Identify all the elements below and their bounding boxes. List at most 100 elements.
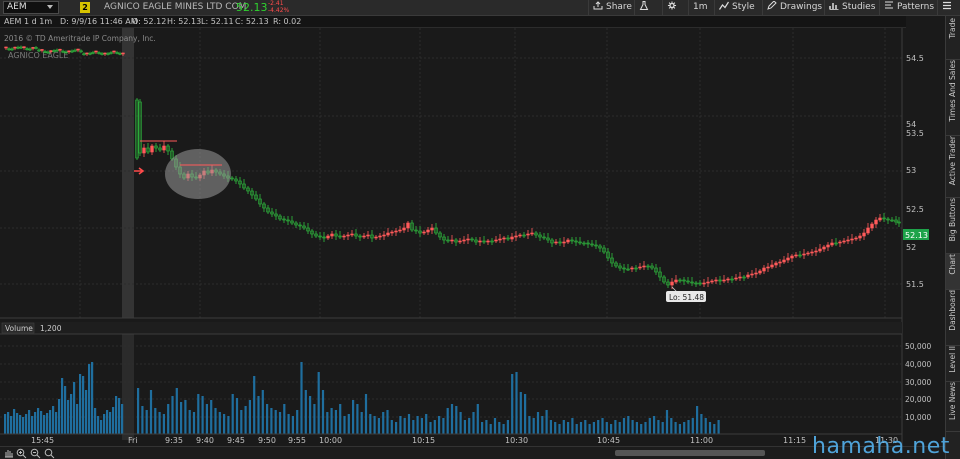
- volume-bar: [10, 416, 13, 434]
- style-button[interactable]: Style: [714, 0, 759, 15]
- volume-bar: [700, 414, 703, 434]
- volume-bar: [369, 414, 372, 434]
- volume-bar: [584, 420, 587, 434]
- volume-bar: [597, 420, 600, 434]
- volume-bar: [67, 400, 70, 434]
- candle-body: [746, 274, 750, 278]
- volume-bar: [528, 416, 531, 434]
- candle-body: [112, 50, 116, 53]
- tab-level-ii[interactable]: Level II: [946, 346, 960, 382]
- settings-button[interactable]: [662, 0, 688, 15]
- candle-body: [826, 244, 830, 248]
- volume-bar: [468, 418, 471, 434]
- volume-bar: [485, 420, 488, 434]
- volume-bar: [175, 388, 178, 434]
- tab-label: Live News: [948, 382, 957, 420]
- patterns-button[interactable]: Patterns: [879, 0, 938, 15]
- interval-label: 1m: [693, 2, 708, 12]
- candle-body: [554, 241, 558, 244]
- tab-label: Times And Sales: [948, 60, 957, 122]
- tab-big-buttons[interactable]: Big Buttons: [946, 198, 960, 254]
- tab-label: Active Trader: [948, 136, 957, 186]
- time-tick: 9:40: [196, 436, 214, 445]
- volume-bar: [97, 416, 100, 434]
- symbol-dropdown-icon[interactable]: [47, 5, 53, 9]
- volume-bar: [100, 420, 103, 434]
- menu-button[interactable]: [937, 0, 960, 15]
- candle-body: [842, 240, 846, 243]
- volume-tick: 40,000: [905, 360, 931, 369]
- zoom-reset-icon[interactable]: [44, 448, 55, 459]
- volume-bar: [455, 406, 458, 434]
- volume-bar: [657, 420, 660, 434]
- tab-active-trader[interactable]: Active Trader: [946, 136, 960, 198]
- candle-body: [330, 233, 334, 237]
- volume-bar: [635, 422, 638, 434]
- tab-trade[interactable]: Trade: [946, 18, 960, 60]
- volume-bar: [420, 418, 423, 434]
- volume-bar: [558, 424, 561, 434]
- volume-bar: [442, 418, 445, 434]
- share-button[interactable]: Share: [588, 0, 636, 15]
- volume-bar: [278, 412, 282, 434]
- flask-button[interactable]: [634, 0, 662, 15]
- drawings-label: Drawings: [780, 2, 823, 12]
- zoom-in-icon[interactable]: [16, 448, 27, 459]
- link-group-badge[interactable]: 2: [80, 2, 90, 13]
- volume-bar: [309, 396, 312, 434]
- volume-bar: [390, 420, 393, 434]
- chart-area[interactable]: 2016 © TD Ameritrade IP Company, Inc. AG…: [0, 28, 945, 446]
- candle-body: [94, 50, 98, 53]
- hamburger-icon: [943, 1, 951, 10]
- volume-bar: [618, 422, 621, 434]
- time-tick: Fri: [128, 436, 138, 445]
- top-toolbar: AEM 2 AGNICO EAGLE MINES LTD COM 52.13 -…: [0, 0, 960, 16]
- volume-bar: [296, 410, 299, 434]
- volume-bar: [188, 410, 191, 434]
- candle-body: [518, 234, 522, 237]
- volume-bar: [283, 404, 286, 434]
- zoom-out-icon[interactable]: [30, 448, 41, 459]
- candle-body: [638, 266, 642, 269]
- volume-bar: [118, 398, 121, 434]
- last-price: 52.13: [236, 1, 268, 14]
- volume-bar: [300, 362, 303, 434]
- volume-bar: [627, 416, 630, 434]
- current-price-tag-text: 52.13: [905, 231, 928, 240]
- candle-body: [738, 276, 742, 279]
- volume-bar: [103, 414, 106, 434]
- drawings-button[interactable]: Drawings: [762, 0, 826, 15]
- tab-dashboard[interactable]: Dashboard: [946, 290, 960, 346]
- tab-chart[interactable]: Chart: [946, 254, 960, 290]
- session-break-band: [122, 28, 134, 318]
- volume-bar: [317, 372, 320, 434]
- volume-bar: [407, 414, 411, 434]
- drag-hand-icon[interactable]: [3, 448, 14, 459]
- candle-body: [870, 223, 874, 229]
- candle-body: [478, 240, 482, 243]
- time-tick: 10:45: [597, 436, 620, 445]
- interval-button[interactable]: 1m: [688, 0, 714, 15]
- patterns-label: Patterns: [897, 2, 935, 12]
- candle-body: [450, 239, 454, 242]
- candle-body: [786, 257, 790, 261]
- studies-button[interactable]: Studies: [824, 0, 879, 15]
- volume-bar: [70, 394, 73, 434]
- volume-bar: [343, 416, 346, 434]
- tab-live-news[interactable]: Live News: [946, 382, 960, 432]
- time-scrollbar-thumb[interactable]: [615, 450, 765, 456]
- volume-bar: [192, 412, 196, 434]
- price-tick: 51.5: [906, 280, 924, 289]
- volume-bar: [696, 406, 699, 434]
- candle-body: [406, 222, 410, 229]
- net-change: -2.41: [268, 0, 284, 7]
- chart-svg[interactable]: 2016 © TD Ameritrade IP Company, Inc. AG…: [0, 28, 945, 446]
- volume-bar: [37, 408, 40, 434]
- candle-body: [162, 145, 166, 151]
- candle-body: [40, 49, 44, 51]
- volume-bar: [446, 408, 449, 434]
- flask-icon: [639, 1, 649, 10]
- volume-bar: [248, 400, 251, 434]
- tab-times-and-sales[interactable]: Times And Sales: [946, 60, 960, 136]
- time-tick: 10:15: [412, 436, 435, 445]
